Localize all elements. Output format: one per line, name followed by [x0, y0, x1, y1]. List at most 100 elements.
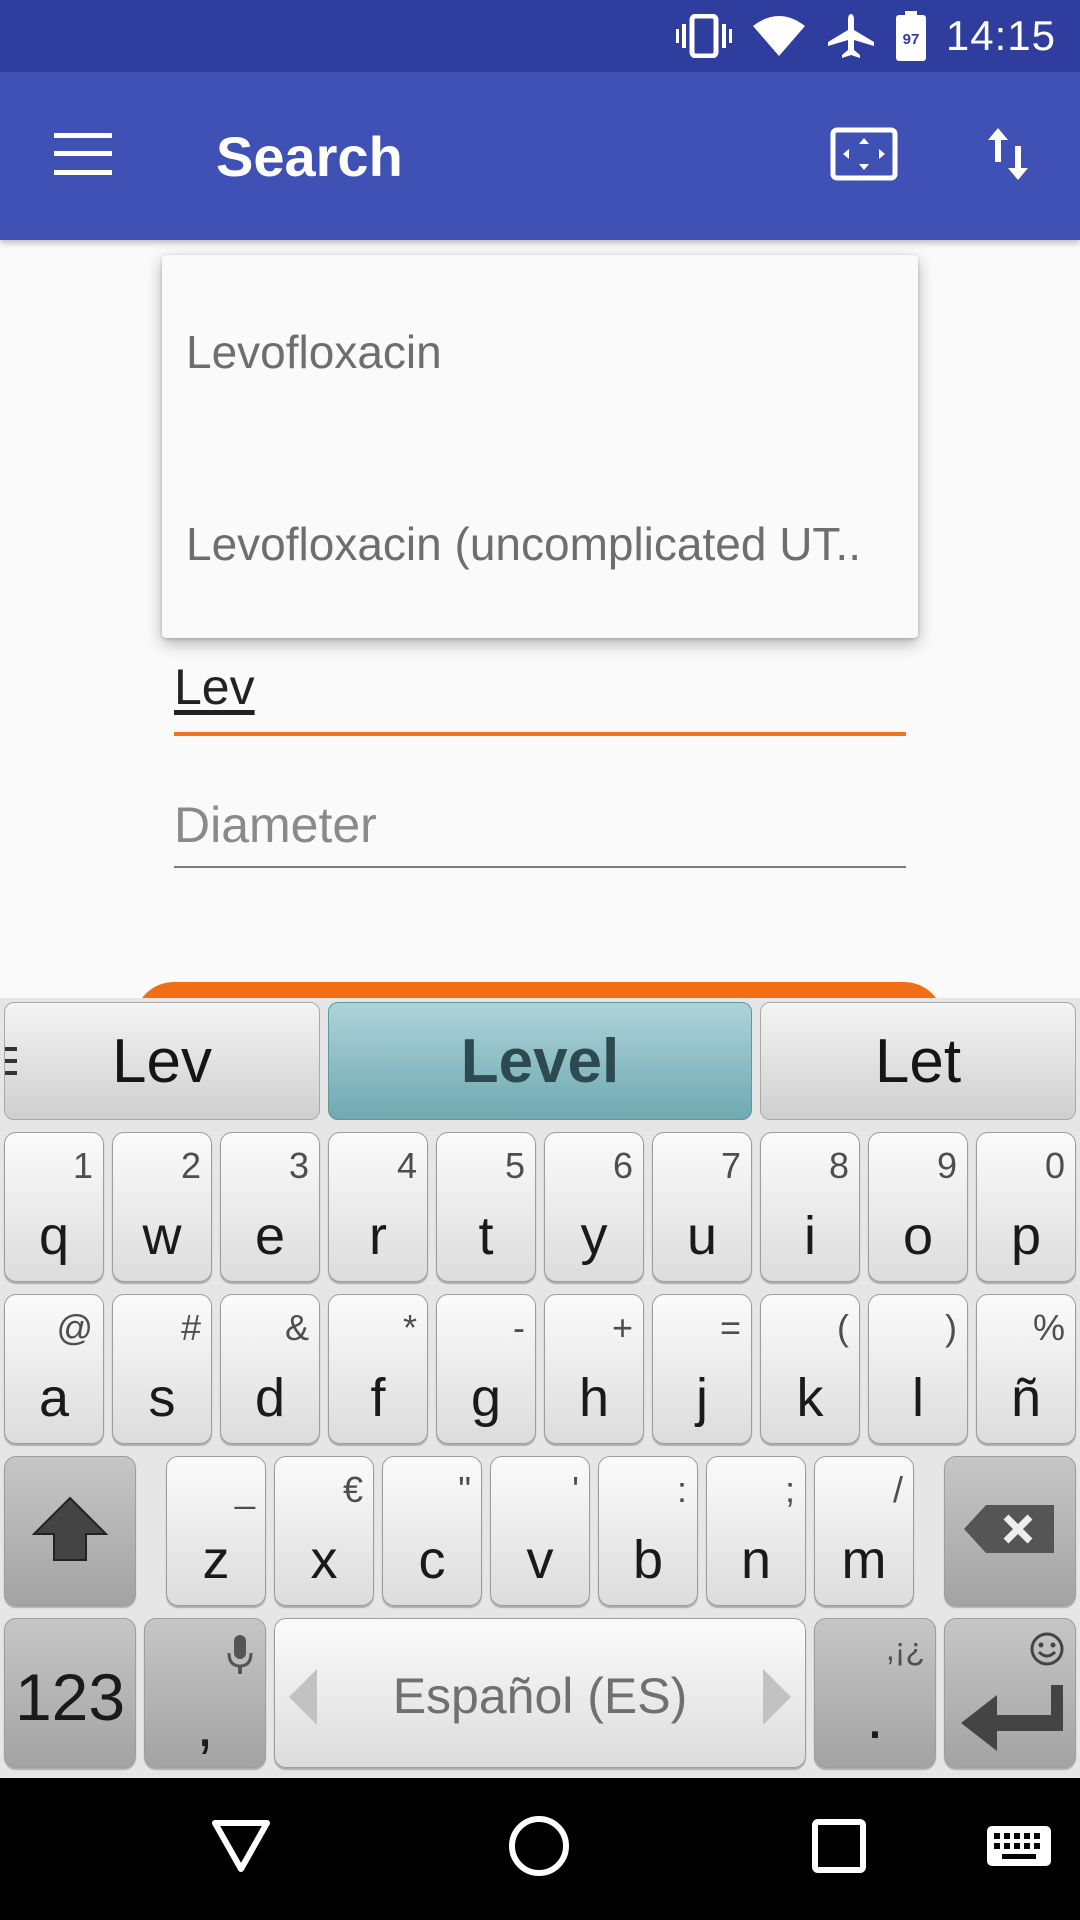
key-hint: € [342, 1469, 363, 1510]
key-y[interactable]: 6y [544, 1132, 644, 1282]
wifi-icon [752, 14, 806, 58]
fit-screen-icon [830, 127, 898, 186]
key-hint: 8 [828, 1145, 849, 1186]
enter-key[interactable] [944, 1618, 1076, 1768]
shift-key[interactable] [4, 1456, 136, 1606]
key-label: g [470, 1368, 502, 1428]
comma-key[interactable]: , [144, 1618, 266, 1768]
key-hint: 6 [612, 1145, 633, 1186]
key-hint: 9 [936, 1145, 957, 1186]
airplane-mode-icon [826, 12, 876, 60]
key-v[interactable]: ' v [490, 1456, 590, 1606]
key-t[interactable]: 5t [436, 1132, 536, 1282]
key-ñ[interactable]: % ñ [976, 1294, 1076, 1444]
back-button[interactable] [186, 1798, 296, 1898]
diameter-field[interactable]: Diameter [174, 780, 906, 868]
key-g[interactable]: -g [436, 1294, 536, 1444]
key-hint: @ [56, 1307, 93, 1348]
clock: 14:15 [945, 12, 1056, 59]
sort-button[interactable] [960, 116, 1056, 196]
key-k[interactable]: (k [760, 1294, 860, 1444]
key-label: e [254, 1206, 286, 1266]
key-label: l [912, 1368, 924, 1428]
key-label: z [202, 1530, 230, 1590]
screen: 97 14:15 Search Lev Diameter Levofloxaci… [0, 0, 1080, 1920]
suggestion-let[interactable]: Let [760, 1002, 1076, 1120]
key-u[interactable]: 7u [652, 1132, 752, 1282]
microphone-icon [227, 1635, 253, 1684]
key-p[interactable]: 0p [976, 1132, 1076, 1282]
battery-icon: 97 [895, 11, 926, 61]
key-m[interactable]: / m [814, 1456, 914, 1606]
key-z[interactable]: _ z [166, 1456, 266, 1606]
recents-icon [812, 1818, 866, 1878]
key-label: b [632, 1530, 664, 1590]
key-label: x [310, 1530, 338, 1590]
keyboard-switch-button[interactable] [964, 1798, 1074, 1898]
key-label: h [578, 1368, 610, 1428]
key-s[interactable]: # s [112, 1294, 212, 1444]
key-c[interactable]: " c [382, 1456, 482, 1606]
key-hint: 2 [180, 1145, 201, 1186]
key-hint: 0 [1044, 1145, 1065, 1186]
key-hint: _ [234, 1469, 255, 1510]
key-w[interactable]: 2w [112, 1132, 212, 1282]
key-label: m [841, 1530, 887, 1590]
key-label: w [142, 1206, 182, 1266]
key-label: y [580, 1206, 608, 1266]
key-label: u [686, 1206, 718, 1266]
key-f[interactable]: * f [328, 1294, 428, 1444]
app-bar: Search [0, 72, 1080, 240]
menu-button[interactable] [38, 116, 128, 196]
emoji-icon [1029, 1631, 1065, 1672]
suggestion-lev[interactable]: Lev [4, 1002, 320, 1120]
key-b[interactable]: :b [598, 1456, 698, 1606]
key-h[interactable]: + h [544, 1294, 644, 1444]
key-label: a [38, 1368, 70, 1428]
back-icon [211, 1819, 271, 1878]
key-label: o [902, 1206, 934, 1266]
key-hint: 7 [720, 1145, 741, 1186]
key-label: k [796, 1368, 824, 1428]
key-r[interactable]: 4r [328, 1132, 428, 1282]
key-o[interactable]: 9o [868, 1132, 968, 1282]
period-key[interactable]: ,¡¿ . [814, 1618, 936, 1768]
suggestion-level[interactable]: Level [328, 1002, 752, 1120]
autocomplete-item[interactable]: Levofloxacin [186, 325, 896, 379]
autocomplete-item[interactable]: Levofloxacin (uncomplicated UT.. [186, 517, 896, 571]
key-hint: ) [945, 1307, 957, 1348]
search-input[interactable]: Lev [174, 650, 906, 736]
fit-screen-button[interactable] [816, 116, 912, 196]
key-l[interactable]: ) l [868, 1294, 968, 1444]
key-hint: = [719, 1307, 741, 1348]
key-hint: : [676, 1469, 687, 1510]
key-d[interactable]: & d [220, 1294, 320, 1444]
key-i[interactable]: 8i [760, 1132, 860, 1282]
page-title: Search [216, 125, 403, 188]
menu-icon [54, 132, 112, 180]
key-q[interactable]: 1q [4, 1132, 104, 1282]
backspace-icon [962, 1503, 1058, 1560]
key-hint: ' [572, 1469, 579, 1510]
key-e[interactable]: 3e [220, 1132, 320, 1282]
key-label: s [148, 1368, 176, 1428]
home-button[interactable] [484, 1798, 594, 1898]
key-label: ñ [1010, 1368, 1042, 1428]
key-j[interactable]: = j [652, 1294, 752, 1444]
key-label: v [526, 1530, 554, 1590]
space-key[interactable]: Español (ES) [274, 1618, 806, 1768]
key-hint: + [611, 1307, 633, 1348]
key-label: c [418, 1530, 446, 1590]
numbers-key[interactable]: 123 [4, 1618, 136, 1768]
key-hint: * [402, 1307, 417, 1348]
key-hint: 1 [72, 1145, 93, 1186]
key-n[interactable]: ; n [706, 1456, 806, 1606]
key-a[interactable]: @ a [4, 1294, 104, 1444]
recents-button[interactable] [784, 1798, 894, 1898]
soft-keyboard: Lev Level Let 1q2w3e4r5t6y7u8i9o0p @ a # s &… [0, 998, 1080, 1778]
navigation-bar [0, 1778, 1080, 1920]
enter-icon [959, 1683, 1065, 1760]
key-x[interactable]: € x [274, 1456, 374, 1606]
autocomplete-dropdown: Levofloxacin Levofloxacin (uncomplicated… [162, 255, 918, 638]
backspace-key[interactable] [944, 1456, 1076, 1606]
